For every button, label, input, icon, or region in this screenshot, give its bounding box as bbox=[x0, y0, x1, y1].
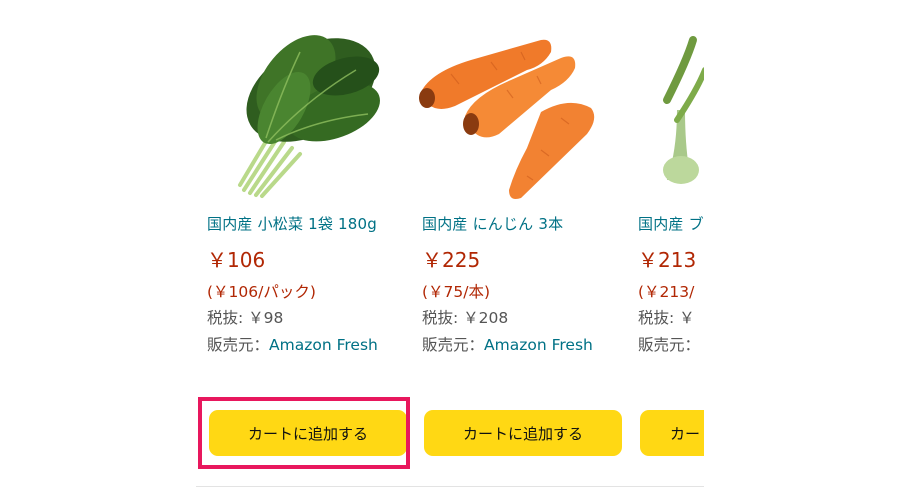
komatsuna-image[interactable] bbox=[196, 30, 386, 200]
product-title[interactable]: 国内産 にんじん 3本 bbox=[422, 213, 563, 234]
product-price: ￥213 bbox=[638, 248, 697, 272]
product-carousel: 国内産 小松菜 1袋 180g ￥106 (￥106/パック) 税抜: ￥98 … bbox=[0, 0, 900, 500]
seller-label: 販売元： bbox=[207, 336, 270, 354]
carrot-icon bbox=[419, 39, 595, 199]
unit-price: (￥213/ bbox=[638, 283, 695, 301]
carousel-viewport: 国内産 小松菜 1袋 180g ￥106 (￥106/パック) 税抜: ￥98 … bbox=[196, 0, 704, 500]
broccoli-image[interactable] bbox=[627, 30, 704, 200]
tax-excluded-price: 税抜: ￥208 bbox=[422, 309, 509, 327]
tax-excluded-price: 税抜: ￥ bbox=[638, 309, 695, 327]
seller-info: 販売元：Amazon Fresh bbox=[207, 333, 378, 355]
product-title[interactable]: 国内産 小松菜 1袋 180g bbox=[207, 213, 377, 234]
unit-price: (￥75/本) bbox=[422, 283, 491, 301]
unit-price: (￥106/パック) bbox=[207, 283, 316, 301]
seller-info: 販売元： bbox=[638, 333, 700, 355]
product-price: ￥106 bbox=[207, 248, 266, 272]
product-card-komatsuna: 国内産 小松菜 1袋 180g ￥106 (￥106/パック) 税抜: ￥98 … bbox=[196, 0, 407, 500]
seller-info: 販売元：Amazon Fresh bbox=[422, 333, 593, 355]
add-to-cart-button[interactable]: カー bbox=[640, 410, 704, 456]
add-to-cart-button[interactable]: カートに追加する bbox=[424, 410, 622, 456]
seller-name[interactable]: Amazon Fresh bbox=[269, 336, 378, 354]
carrot-image[interactable] bbox=[411, 30, 601, 200]
product-card-carrot: 国内産 にんじん 3本 ￥225 (￥75/本) 税抜: ￥208 販売元：Am… bbox=[411, 0, 622, 500]
seller-name[interactable]: Amazon Fresh bbox=[484, 336, 593, 354]
seller-label: 販売元： bbox=[638, 336, 701, 354]
add-to-cart-button[interactable]: カートに追加する bbox=[209, 410, 407, 456]
product-title[interactable]: 国内産 ブ bbox=[638, 213, 704, 234]
tax-excluded-price: 税抜: ￥98 bbox=[207, 309, 284, 327]
product-card-partial: 国内産 ブ ￥213 (￥213/ 税抜: ￥ 販売元： カー bbox=[627, 0, 704, 500]
carousel-divider bbox=[196, 486, 704, 487]
product-price: ￥225 bbox=[422, 248, 481, 272]
komatsuna-icon bbox=[238, 35, 380, 198]
seller-label: 販売元： bbox=[422, 336, 485, 354]
broccoli-icon bbox=[663, 36, 704, 184]
